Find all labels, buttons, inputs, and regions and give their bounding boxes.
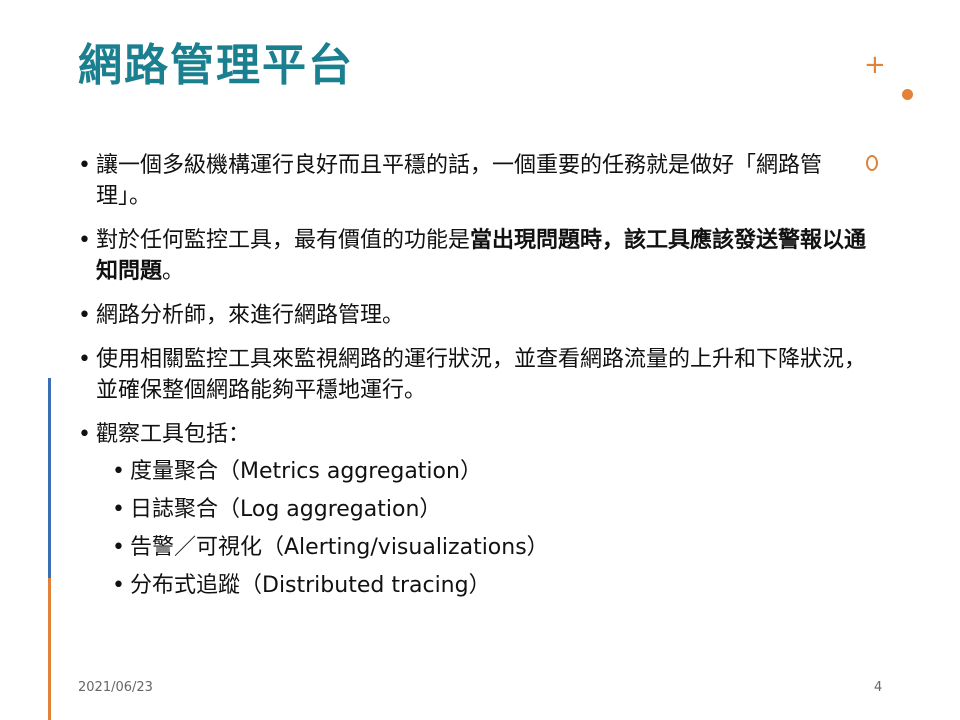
- left-accent-bar-orange: [48, 578, 51, 720]
- slide-body: 讓一個多級機構運行良好而且平穩的話，一個重要的任務就是做好「網路管理」。 對於任…: [78, 150, 868, 614]
- footer-date: 2021/06/23: [78, 680, 153, 695]
- bullet-text: 讓一個多級機構運行良好而且平穩的話，一個重要的任務就是做好「網路管理」。: [96, 153, 823, 209]
- bullet-list: 讓一個多級機構運行良好而且平穩的話，一個重要的任務就是做好「網路管理」。 對於任…: [78, 150, 868, 601]
- plus-decoration-icon: +: [864, 50, 886, 80]
- bullet-text: 網路分析師，來進行網路管理。: [96, 303, 405, 328]
- bullet-item: 網路分析師，來進行網路管理。: [78, 300, 868, 331]
- bullet-item: 使用相關監控工具來監視網路的運行狀況，並查看網路流量的上升和下降狀況，並確保整個…: [78, 344, 868, 406]
- bullet-item: 對於任何監控工具，最有價值的功能是當出現問題時，該工具應該發送警報以通知問題。: [78, 225, 868, 287]
- bullet-text: 對於任何監控工具，最有價值的功能是: [96, 228, 471, 253]
- bullet-item: 讓一個多級機構運行良好而且平穩的話，一個重要的任務就是做好「網路管理」。: [78, 150, 868, 212]
- sub-bullet-item: 日誌聚合（Log aggregation）: [112, 494, 868, 525]
- sub-bullet-item: 分布式追蹤（Distributed tracing）: [112, 570, 868, 601]
- bullet-text-tail: 。: [162, 259, 185, 284]
- left-accent-bar-blue: [48, 378, 51, 578]
- bullet-item: 觀察工具包括： 度量聚合（Metrics aggregation） 日誌聚合（L…: [78, 419, 868, 601]
- slide-page-number: 4: [874, 680, 883, 695]
- bullet-text: 使用相關監控工具來監視網路的運行狀況，並查看網路流量的上升和下降狀況，並確保整個…: [96, 347, 867, 403]
- sub-bullet-list: 度量聚合（Metrics aggregation） 日誌聚合（Log aggre…: [96, 456, 868, 601]
- bullet-text: 觀察工具包括：: [96, 422, 251, 447]
- sub-bullet-item: 度量聚合（Metrics aggregation）: [112, 456, 868, 487]
- slide-title: 網路管理平台: [78, 40, 354, 91]
- dot-decoration-icon: [902, 89, 913, 100]
- sub-bullet-item: 告警／可視化（Alerting/visualizations）: [112, 532, 868, 563]
- slide: 網路管理平台 + 讓一個多級機構運行良好而且平穩的話，一個重要的任務就是做好「網…: [0, 0, 960, 720]
